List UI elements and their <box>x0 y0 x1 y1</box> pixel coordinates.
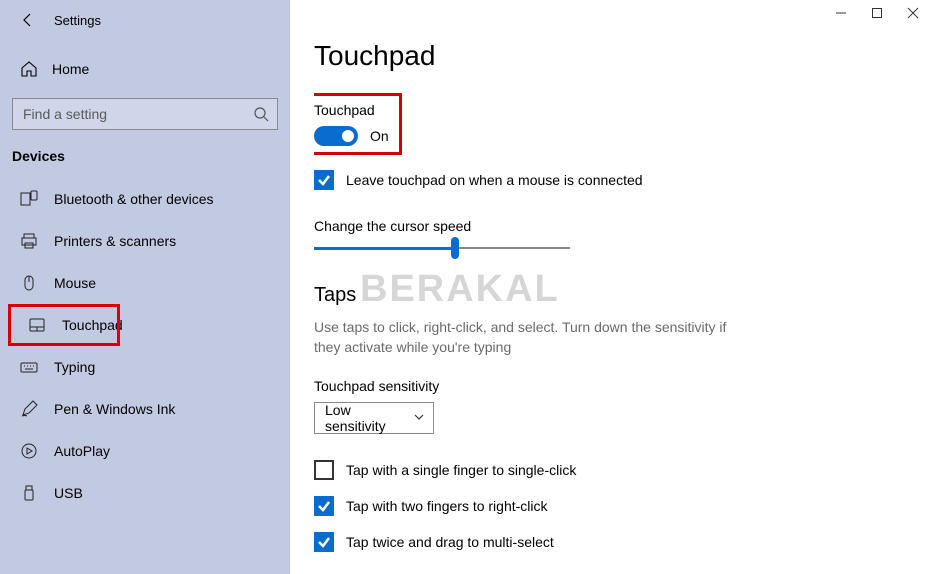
slider-fill <box>314 247 455 250</box>
toggle-state-label: On <box>370 128 389 144</box>
tap-two-label: Tap with two fingers to right-click <box>346 498 548 514</box>
minimize-icon[interactable] <box>834 6 848 20</box>
mouse-icon <box>20 274 38 292</box>
home-label: Home <box>52 61 89 77</box>
sidebar-item-autoplay[interactable]: AutoPlay <box>0 430 290 472</box>
usb-icon <box>20 484 38 502</box>
nav-label: Printers & scanners <box>54 233 176 249</box>
touchpad-toggle-label: Touchpad <box>314 102 389 118</box>
maximize-icon[interactable] <box>870 6 884 20</box>
nav-label: AutoPlay <box>54 443 110 459</box>
search-box[interactable] <box>12 98 278 130</box>
sidebar-item-pen[interactable]: Pen & Windows Ink <box>0 388 290 430</box>
cursor-speed-label: Change the cursor speed <box>314 218 930 234</box>
slider-thumb[interactable] <box>451 237 459 259</box>
sensitivity-label: Touchpad sensitivity <box>314 378 930 394</box>
sensitivity-dropdown[interactable]: Low sensitivity <box>314 402 434 434</box>
tap-drag-label: Tap twice and drag to multi-select <box>346 534 554 550</box>
sidebar-item-usb[interactable]: USB <box>0 472 290 514</box>
nav-label: Typing <box>54 359 95 375</box>
main-content: Touchpad Touchpad On Leave touchpad on w… <box>290 0 930 574</box>
touchpad-toggle[interactable] <box>314 126 358 146</box>
taps-heading: Taps <box>314 284 930 307</box>
nav-label: USB <box>54 485 83 501</box>
sidebar-item-printers[interactable]: Printers & scanners <box>0 220 290 262</box>
toggle-knob <box>342 130 354 142</box>
nav-label: Pen & Windows Ink <box>54 401 175 417</box>
nav-list: Bluetooth & other devices Printers & sca… <box>0 178 290 514</box>
nav-label: Touchpad <box>62 317 123 333</box>
nav-label: Bluetooth & other devices <box>54 191 214 207</box>
tap-drag-checkbox[interactable] <box>314 532 334 552</box>
tap-single-checkbox[interactable] <box>314 460 334 480</box>
taps-description: Use taps to click, right-click, and sele… <box>314 317 754 358</box>
autoplay-icon <box>20 442 38 460</box>
search-icon <box>253 106 269 122</box>
page-title: Touchpad <box>314 40 930 72</box>
window-controls <box>834 6 920 20</box>
cursor-speed-slider[interactable] <box>314 246 570 250</box>
sidebar-item-typing[interactable]: Typing <box>0 346 290 388</box>
touchpad-toggle-block: Touchpad On <box>314 96 399 152</box>
titlebar: Settings <box>0 0 290 40</box>
app-title: Settings <box>54 13 101 28</box>
chevron-down-icon <box>413 410 425 426</box>
touchpad-icon <box>28 316 46 334</box>
back-icon[interactable] <box>20 12 36 28</box>
sidebar-item-home[interactable]: Home <box>0 50 290 88</box>
search-input[interactable] <box>21 105 253 123</box>
printer-icon <box>20 232 38 250</box>
home-icon <box>20 60 38 78</box>
leave-on-mouse-label: Leave touchpad on when a mouse is connec… <box>346 172 643 188</box>
nav-label: Mouse <box>54 275 96 291</box>
sidebar-item-mouse[interactable]: Mouse <box>0 262 290 304</box>
leave-on-mouse-checkbox[interactable] <box>314 170 334 190</box>
devices-icon <box>20 190 38 208</box>
keyboard-icon <box>20 358 38 376</box>
sidebar-section-header: Devices <box>0 130 290 172</box>
tap-single-label: Tap with a single finger to single-click <box>346 462 576 478</box>
sidebar-item-bluetooth[interactable]: Bluetooth & other devices <box>0 178 290 220</box>
sensitivity-value: Low sensitivity <box>325 402 413 434</box>
sidebar: Settings Home Devices Bluetooth & other … <box>0 0 290 574</box>
sidebar-item-touchpad[interactable]: Touchpad <box>8 304 120 346</box>
pen-icon <box>20 400 38 418</box>
close-icon[interactable] <box>906 6 920 20</box>
tap-two-checkbox[interactable] <box>314 496 334 516</box>
